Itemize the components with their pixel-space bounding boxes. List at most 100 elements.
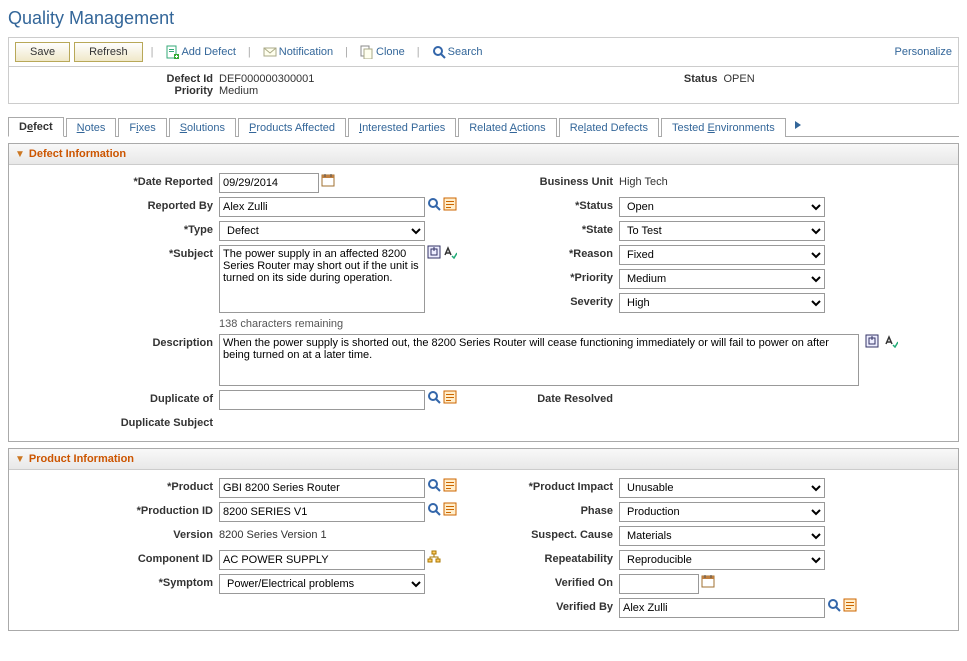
- subject-textarea[interactable]: The power supply in an affected 8200 Ser…: [219, 245, 425, 313]
- record-header: Defect Id DEF000000300001 Status OPEN Pr…: [8, 67, 959, 104]
- product-section-title: Product Information: [29, 453, 134, 465]
- phase-select[interactable]: Production: [619, 502, 825, 522]
- tab-fixes[interactable]: Fixes: [118, 118, 166, 137]
- component-id-input[interactable]: [219, 550, 425, 570]
- calendar-icon[interactable]: [321, 173, 335, 187]
- symptom-label: *Symptom: [19, 574, 219, 589]
- lookup-icon[interactable]: [427, 197, 441, 211]
- spellcheck-icon[interactable]: [443, 245, 457, 259]
- tab-products-affected[interactable]: Products Affected: [238, 118, 346, 137]
- product-impact-select[interactable]: Unusable: [619, 478, 825, 498]
- product-label: *Product: [19, 478, 219, 493]
- business-unit-value: High Tech: [619, 173, 668, 188]
- state-select[interactable]: To Test: [619, 221, 825, 241]
- defect-id-label: Defect Id: [19, 73, 219, 85]
- severity-select[interactable]: High: [619, 293, 825, 313]
- business-unit-label: Business Unit: [479, 173, 619, 188]
- duplicate-of-label: Duplicate of: [19, 390, 219, 405]
- tab-interested-parties[interactable]: Interested Parties: [348, 118, 456, 137]
- zoom-icon[interactable]: [427, 245, 441, 259]
- product-information-section: ▼ Product Information *Product *Product …: [8, 448, 959, 631]
- clone-label: Clone: [376, 46, 405, 58]
- notification-link[interactable]: Notification: [263, 45, 333, 59]
- description-label: Description: [19, 334, 219, 349]
- search-icon: [432, 45, 446, 59]
- status-select[interactable]: Open: [619, 197, 825, 217]
- add-defect-link[interactable]: Add Defect: [165, 45, 235, 59]
- related-icon[interactable]: [443, 197, 457, 211]
- date-reported-label: *Date Reported: [19, 173, 219, 188]
- type-select[interactable]: Defect: [219, 221, 425, 241]
- product-impact-label: *Product Impact: [479, 478, 619, 493]
- production-id-input[interactable]: [219, 502, 425, 522]
- tree-icon[interactable]: [427, 550, 441, 564]
- notification-icon: [263, 45, 277, 59]
- priority-label: Priority: [19, 85, 219, 97]
- verified-by-input[interactable]: [619, 598, 825, 618]
- repeatability-select[interactable]: Reproducible: [619, 550, 825, 570]
- save-button[interactable]: Save: [15, 42, 70, 62]
- severity-label: Severity: [479, 293, 619, 313]
- component-id-label: Component ID: [19, 550, 219, 565]
- defect-id-value: DEF000000300001: [219, 73, 314, 85]
- refresh-button[interactable]: Refresh: [74, 42, 143, 62]
- status-value: OPEN: [724, 73, 755, 85]
- notification-label: Notification: [279, 46, 333, 58]
- spellcheck-icon[interactable]: [884, 334, 898, 348]
- search-label: Search: [448, 46, 483, 58]
- lookup-icon[interactable]: [827, 598, 841, 612]
- reported-by-input[interactable]: [219, 197, 425, 217]
- status-field-label: *Status: [479, 197, 619, 212]
- verified-on-label: Verified On: [479, 574, 619, 589]
- zoom-icon[interactable]: [865, 334, 879, 348]
- lookup-icon[interactable]: [427, 478, 441, 492]
- related-icon[interactable]: [443, 478, 457, 492]
- tab-more-icon[interactable]: [788, 117, 808, 136]
- reason-select[interactable]: Fixed: [619, 245, 825, 265]
- tab-solutions[interactable]: Solutions: [169, 118, 236, 137]
- description-textarea[interactable]: When the power supply is shorted out, th…: [219, 334, 859, 386]
- tab-tested-environments[interactable]: Tested Environments: [661, 118, 786, 137]
- defect-information-section: ▼ Defect Information *Date Reported Busi…: [8, 143, 959, 442]
- personalize-link[interactable]: Personalize: [895, 46, 952, 58]
- tab-related-actions[interactable]: Related Actions: [458, 118, 556, 137]
- calendar-icon[interactable]: [701, 574, 715, 588]
- separator: |: [151, 46, 154, 58]
- symptom-select[interactable]: Power/Electrical problems: [219, 574, 425, 594]
- lookup-icon[interactable]: [427, 502, 441, 516]
- lookup-icon[interactable]: [427, 390, 441, 404]
- version-value: 8200 Series Version 1: [219, 526, 327, 541]
- related-icon[interactable]: [443, 502, 457, 516]
- tab-notes[interactable]: Notes: [66, 118, 117, 137]
- defect-section-header[interactable]: ▼ Defect Information: [9, 144, 958, 165]
- state-label: *State: [479, 221, 619, 236]
- collapse-icon: ▼: [15, 149, 25, 160]
- verified-on-input[interactable]: [619, 574, 699, 594]
- tab-defect[interactable]: Defect: [8, 117, 64, 137]
- collapse-icon: ▼: [15, 454, 25, 465]
- clone-icon: [360, 45, 374, 59]
- related-icon[interactable]: [443, 390, 457, 404]
- priority-select[interactable]: Medium: [619, 269, 825, 289]
- suspect-cause-select[interactable]: Materials: [619, 526, 825, 546]
- separator: |: [345, 46, 348, 58]
- search-link[interactable]: Search: [432, 45, 483, 59]
- product-input[interactable]: [219, 478, 425, 498]
- defect-section-title: Defect Information: [29, 148, 126, 160]
- duplicate-of-input[interactable]: [219, 390, 425, 410]
- add-defect-label: Add Defect: [181, 46, 235, 58]
- reported-by-label: Reported By: [19, 197, 219, 212]
- clone-link[interactable]: Clone: [360, 45, 405, 59]
- production-id-label: *Production ID: [19, 502, 219, 517]
- suspect-cause-label: Suspect. Cause: [479, 526, 619, 541]
- tab-related-defects[interactable]: Related Defects: [559, 118, 659, 137]
- version-label: Version: [19, 526, 219, 541]
- page-title: Quality Management: [8, 8, 959, 29]
- date-reported-input[interactable]: [219, 173, 319, 193]
- product-section-header[interactable]: ▼ Product Information: [9, 449, 958, 470]
- priority-value: Medium: [219, 85, 258, 97]
- related-icon[interactable]: [843, 598, 857, 612]
- verified-by-label: Verified By: [479, 598, 619, 613]
- duplicate-subject-label: Duplicate Subject: [19, 414, 219, 429]
- reason-label: *Reason: [479, 245, 619, 265]
